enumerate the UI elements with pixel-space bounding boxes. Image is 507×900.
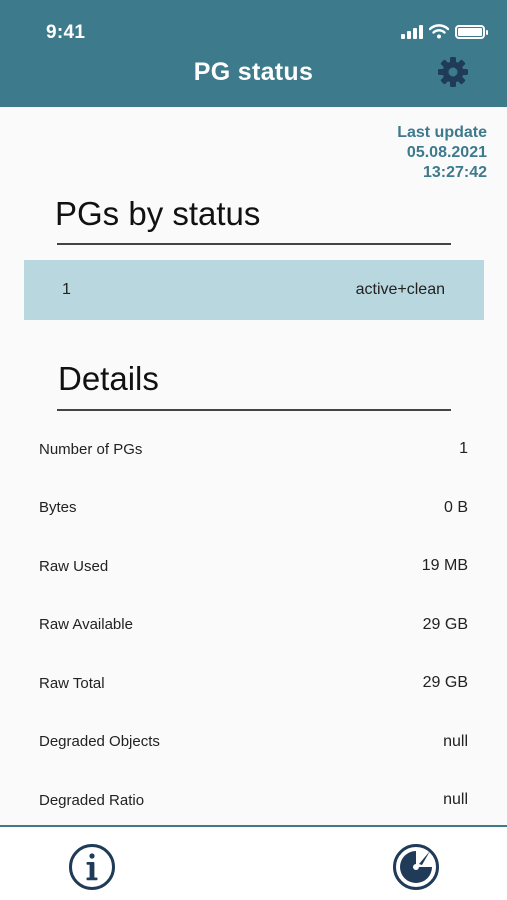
app-header: 9:41 PG status [0,0,507,107]
detail-value: 29 GB [422,674,468,692]
detail-row-raw-total: Raw Total 29 GB [0,654,507,713]
wifi-icon [429,24,449,39]
detail-row-number-of-pgs: Number of PGs 1 [0,420,507,479]
pgs-by-status-title: PGs by status [55,195,261,232]
detail-row-raw-used: Raw Used 19 MB [0,537,507,596]
detail-value: 19 MB [421,557,468,575]
gear-icon [438,57,468,87]
dashboard-gauge-icon [393,844,439,890]
detail-label: Degraded Objects [39,733,160,751]
detail-value: 0 B [443,498,468,516]
detail-label: Bytes [39,499,77,517]
pg-status-count: 1 [62,281,71,298]
detail-row-bytes: Bytes 0 B [0,479,507,538]
detail-value: 1 [459,440,468,458]
last-update-time: 13:27:42 [422,164,487,181]
detail-value: 29 GB [422,615,468,633]
details-divider [57,409,451,411]
signal-icon [401,24,423,39]
detail-row-raw-available: Raw Available 29 GB [0,596,507,655]
detail-label: Number of PGs [39,440,143,458]
page-title: PG status [193,58,314,86]
dashboard-tab-button[interactable] [392,843,440,891]
battery-icon [455,24,488,39]
detail-value: null [443,791,468,809]
status-bar-icons [401,24,488,39]
detail-value: null [443,732,468,750]
last-update: Last update 05.08.2021 13:27:42 [397,123,487,183]
detail-label: Raw Used [39,557,109,575]
details-title: Details [58,360,159,397]
info-icon [69,844,115,890]
detail-label: Raw Total [39,674,105,692]
pg-status-row[interactable]: 1 active+clean [24,260,484,320]
detail-row-degraded-ratio: Degraded Ratio null [0,771,507,830]
info-tab-button[interactable] [68,843,116,891]
detail-row-degraded-objects: Degraded Objects null [0,713,507,772]
pg-status-state: active+clean [355,281,445,298]
settings-button[interactable] [437,56,469,88]
details-list: Number of PGs 1 Bytes 0 B Raw Used 19 MB… [0,420,507,830]
detail-label: Raw Available [39,616,133,634]
status-bar-time: 9:41 [46,22,86,43]
detail-label: Degraded Ratio [39,791,145,809]
last-update-label: Last update [397,124,487,141]
last-update-date: 05.08.2021 [406,144,487,161]
pgs-by-status-divider [57,243,451,245]
bottom-tab-bar [0,825,507,900]
